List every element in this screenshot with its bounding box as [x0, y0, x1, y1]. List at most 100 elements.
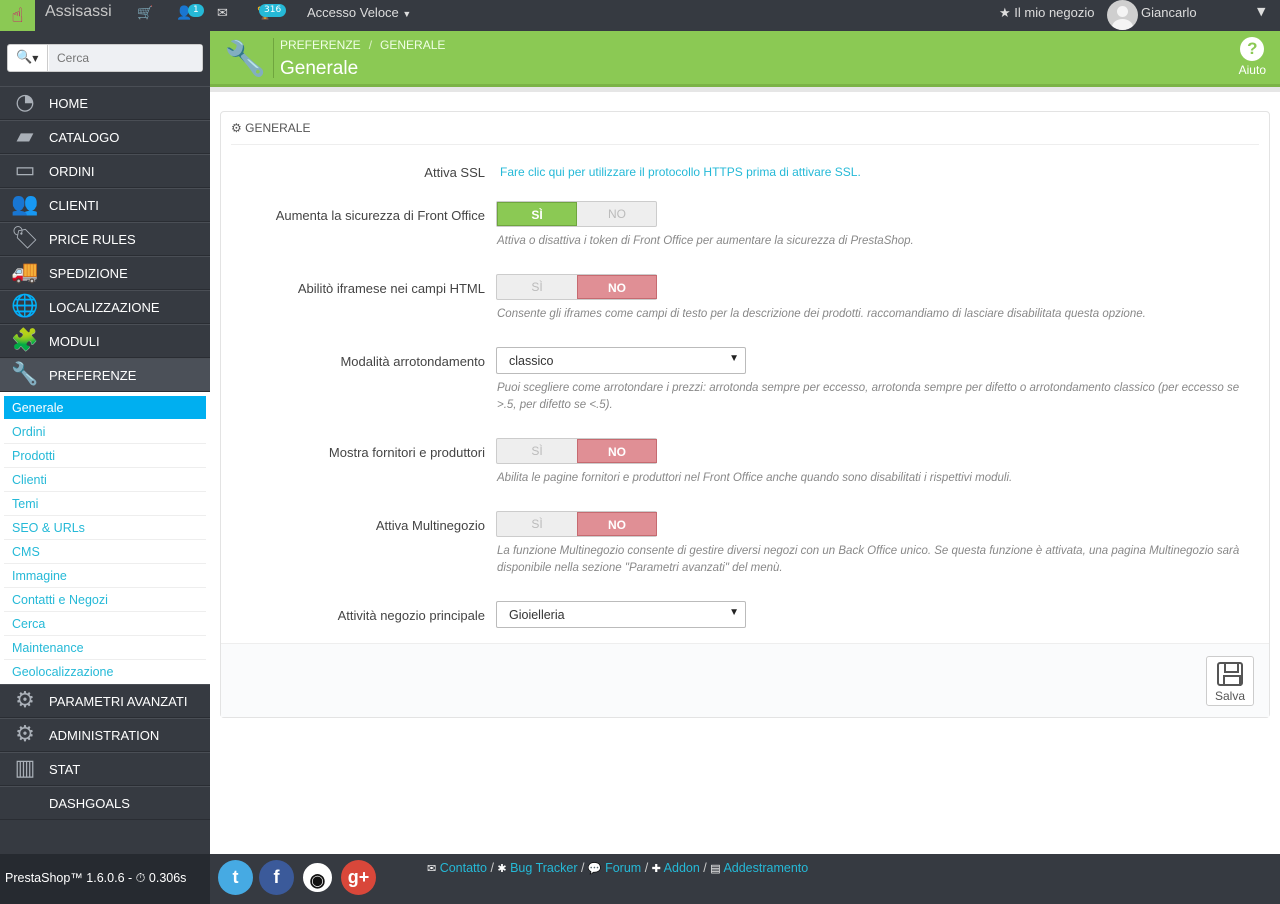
rounding-help: Puoi scegliere come arrotondare i prezzi…	[497, 382, 1240, 411]
header-divider	[273, 38, 274, 78]
menu-item-moduli[interactable]: 🧩 MODULI	[0, 324, 210, 358]
envelope-icon[interactable]: ✉	[217, 6, 228, 21]
footer-link-forum[interactable]: Forum	[605, 861, 641, 875]
multistore-no-option[interactable]: NO	[577, 512, 657, 536]
suppliers-yes-option[interactable]: SÌ	[497, 439, 577, 463]
save-button[interactable]: Salva	[1206, 656, 1254, 706]
cart-icon[interactable]: 🛒	[137, 6, 153, 21]
prestashop-logo[interactable]: ☝	[0, 0, 35, 31]
help-button[interactable]: ? Aiuto	[1239, 37, 1266, 77]
submenu-item-generale[interactable]: Generale	[4, 396, 206, 420]
multistore-yes-option[interactable]: SÌ	[497, 512, 577, 536]
select-caret-icon: ▼	[729, 353, 739, 364]
select-caret-icon: ▼	[729, 607, 739, 618]
customers-icon[interactable]: 👤 1	[176, 4, 204, 21]
avatar[interactable]	[1107, 0, 1138, 30]
user-name[interactable]: Giancarlo	[1141, 5, 1197, 20]
shop-name-link[interactable]: Assisassi	[45, 3, 112, 21]
footer-link-bug-tracker[interactable]: Bug Tracker	[510, 861, 577, 875]
version-info: PrestaShop™ 1.6.0.6 - ⏱ 0.306s	[5, 871, 187, 885]
comments-icon: 💬	[587, 863, 602, 875]
page-title: Generale	[280, 58, 359, 79]
menu-item-dashgoals[interactable]: DASHGOALS	[0, 786, 210, 820]
search-box: 🔍▼	[7, 44, 203, 72]
user-menu-caret-icon[interactable]: ▼	[1257, 5, 1265, 18]
submenu-item-cms[interactable]: CMS	[4, 540, 206, 564]
token-yes-option[interactable]: SÌ	[497, 202, 577, 226]
menu-item-spedizione[interactable]: 🚚 SPEDIZIONE	[0, 256, 210, 290]
menu-item-catalogo[interactable]: ▰ CATALOGO	[0, 120, 210, 154]
submenu-item-geolocalizzazione[interactable]: Geolocalizzazione	[4, 660, 206, 684]
menu-item-ordini[interactable]: ▭ ORDINI	[0, 154, 210, 188]
hand-pointer-icon: ☝	[11, 3, 24, 27]
menu-item-parametri-avanzati[interactable]: ⚙ PARAMETRI AVANZATI	[0, 684, 210, 718]
iframe-help: Consente gli iframes come campi di testo…	[497, 308, 1146, 320]
globe-icon: 🌐	[11, 294, 39, 319]
submenu-item-seo-urls[interactable]: SEO & URLs	[4, 516, 206, 540]
bar-chart-icon: ▥	[14, 756, 36, 781]
submenu-item-prodotti[interactable]: Prodotti	[4, 444, 206, 468]
wrench-icon: 🔧	[224, 39, 267, 79]
github-icon[interactable]: ◉	[300, 860, 335, 895]
submenu-item-maintenance[interactable]: Maintenance	[4, 636, 206, 660]
tags-icon: 🏷	[11, 226, 39, 251]
my-shop-link[interactable]: ★ Il mio negozio	[999, 5, 1095, 21]
envelope-icon: ✉	[427, 863, 437, 875]
multistore-toggle[interactable]: SÌ NO	[496, 511, 657, 537]
iframe-toggle[interactable]: SÌ NO	[496, 274, 657, 300]
submenu-item-clienti[interactable]: Clienti	[4, 468, 206, 492]
submenu-item-temi[interactable]: Temi	[4, 492, 206, 516]
breadcrumb-generale[interactable]: GENERALE	[380, 38, 445, 52]
search-input[interactable]	[49, 45, 202, 71]
submenu-item-cerca[interactable]: Cerca	[4, 612, 206, 636]
dashboard-icon: ◔	[15, 90, 35, 115]
activity-label: Attività negozio principale	[337, 608, 485, 623]
header-strip	[210, 84, 1280, 87]
token-toggle[interactable]: SÌ NO	[496, 201, 657, 227]
ssl-https-link[interactable]: Fare clic qui per utilizzare il protocol…	[500, 165, 861, 179]
token-no-option[interactable]: NO	[577, 202, 657, 226]
wrench-icon: 🔧	[11, 362, 39, 387]
suppliers-toggle[interactable]: SÌ NO	[496, 438, 657, 464]
users-icon: 👥	[11, 192, 39, 217]
breadcrumb-preferenze[interactable]: PREFERENZE	[280, 38, 361, 52]
iframe-yes-option[interactable]: SÌ	[497, 275, 577, 299]
main-menu: ◔ HOME ▰ CATALOGO ▭ ORDINI 👥 CLIENTI 🏷 PRICE …	[0, 86, 210, 820]
star-icon: ★	[999, 5, 1011, 20]
cog-icon: ⚙	[15, 722, 35, 747]
facebook-icon[interactable]: f	[259, 860, 294, 895]
menu-item-stat[interactable]: ▥ STAT	[0, 752, 210, 786]
token-label: Aumenta la sicurezza di Front Office	[275, 208, 485, 223]
quick-access-dropdown[interactable]: Accesso Veloce ▼	[307, 5, 411, 20]
ssl-label: Attiva SSL	[424, 165, 485, 180]
submenu-item-immagine[interactable]: Immagine	[4, 564, 206, 588]
multistore-help: La funzione Multinegozio consente di ges…	[497, 545, 1240, 574]
menu-item-price-rules[interactable]: 🏷 PRICE RULES	[0, 222, 210, 256]
menu-item-preferenze[interactable]: 🔧 PREFERENZE	[0, 358, 210, 392]
footer-link-addestramento[interactable]: Addestramento	[723, 861, 808, 875]
truck-icon: 🚚	[11, 260, 39, 285]
menu-item-localizzazione[interactable]: 🌐 LOCALIZZAZIONE	[0, 290, 210, 324]
search-icon: 🔍	[16, 50, 33, 65]
google-plus-icon[interactable]: g+	[341, 860, 376, 895]
menu-item-home[interactable]: ◔ HOME	[0, 86, 210, 120]
token-help: Attiva o disattiva i token di Front Offi…	[497, 235, 914, 247]
trophy-icon[interactable]: 🏆316	[257, 4, 287, 21]
footer-link-addon[interactable]: Addon	[664, 861, 700, 875]
header-shadow	[210, 84, 1280, 92]
twitter-icon[interactable]: t	[218, 860, 253, 895]
suppliers-no-option[interactable]: NO	[577, 439, 657, 463]
rounding-select[interactable]: classico ▼	[496, 347, 746, 374]
submenu-item-ordini[interactable]: Ordini	[4, 420, 206, 444]
menu-item-administration[interactable]: ⚙ ADMINISTRATION	[0, 718, 210, 752]
panel-footer: Salva	[221, 643, 1269, 717]
suppliers-help: Abilita le pagine fornitori e produttori…	[497, 472, 1013, 484]
caret-down-icon: ▼	[402, 9, 412, 19]
footer-link-contatto[interactable]: Contatto	[440, 861, 487, 875]
sidebar: 🔍▼ ◔HOME ▰CATALOGO ▭ORDINI 👥CLIENTI 🏷PRI…	[0, 31, 210, 854]
search-type-button[interactable]: 🔍▼	[8, 45, 48, 71]
iframe-no-option[interactable]: NO	[577, 275, 657, 299]
menu-item-clienti[interactable]: 👥 CLIENTI	[0, 188, 210, 222]
submenu-item-contatti-negozi[interactable]: Contatti e Negozi	[4, 588, 206, 612]
activity-select[interactable]: Gioielleria ▼	[496, 601, 746, 628]
